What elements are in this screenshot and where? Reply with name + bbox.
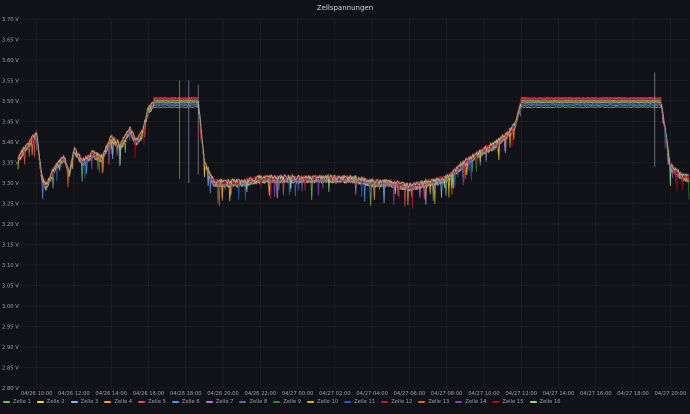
line-chart[interactable]: 3.70 V 3.65 V 3.60 V 3.55 V 3.50 V 3.45 V 3.40… [0, 0, 690, 414]
legend-label: Zelle 10 [317, 399, 339, 405]
legend-swatch [138, 401, 146, 403]
legend-swatch [492, 401, 500, 403]
legend-swatch [455, 401, 463, 403]
y-tick-label: 3.00 V [2, 304, 19, 310]
legend-swatch [205, 401, 213, 403]
legend-label: Zelle 14 [465, 399, 487, 405]
grid-lines [18, 18, 689, 389]
legend-swatch [418, 401, 426, 403]
legend-label: Zelle 15 [502, 399, 524, 405]
legend-label: Zelle 13 [428, 399, 450, 405]
y-tick-label: 3.65 V [2, 38, 19, 44]
legend-label: Zelle 9 [283, 399, 302, 405]
legend-item[interactable]: Zelle 10 [307, 399, 338, 405]
legend-item[interactable]: Zelle 13 [418, 399, 449, 405]
legend-swatch [381, 401, 389, 403]
legend-swatch [239, 401, 247, 403]
y-tick-label: 2.85 V [2, 366, 19, 372]
legend-label: Zelle 8 [249, 399, 268, 405]
legend-item[interactable]: Zelle 3 [70, 399, 99, 405]
legend-item[interactable]: Zelle 11 [344, 399, 375, 405]
legend-swatch [171, 401, 179, 403]
legend-label: Zelle 4 [114, 399, 133, 405]
legend-label: Zelle 11 [354, 399, 376, 405]
legend-item[interactable]: Zelle 5 [138, 399, 166, 405]
series-lines [17, 72, 690, 209]
y-tick-label: 3.60 V [2, 58, 19, 64]
y-tick-label: 3.70 V [2, 17, 19, 23]
y-tick-label: 3.45 V [2, 120, 19, 126]
legend-swatch [307, 401, 315, 403]
legend-swatch [36, 401, 44, 403]
legend-label: Zelle 7 [215, 399, 234, 405]
y-axis: 3.70 V 3.65 V 3.60 V 3.55 V 3.50 V 3.45 V 3.40… [2, 17, 19, 392]
chart-panel: Zellspannungen 3.70 V 3.65 V 3.60 V 3.55 V3… [0, 0, 690, 414]
legend-swatch [344, 401, 352, 403]
legend-swatch [529, 401, 537, 403]
legend-swatch [104, 401, 112, 403]
y-tick-label: 3.20 V [2, 222, 19, 228]
legend-item[interactable]: Zelle 14 [455, 399, 486, 405]
y-tick-label: 3.50 V [2, 99, 19, 105]
y-tick-label: 3.05 V [2, 284, 19, 290]
legend-item[interactable]: Zelle 6 [171, 399, 200, 405]
legend-label: Zelle 5 [148, 399, 166, 405]
legend-item[interactable]: Zelle 16 [529, 399, 561, 405]
y-tick-label: 3.30 V [2, 181, 19, 187]
legend-label: Zelle 6 [181, 399, 200, 405]
legend-swatch [273, 401, 281, 403]
legend: Zelle 1 Zelle 2 Zelle 3 Zelle 4 Zelle 5 Zelle… [3, 396, 689, 408]
legend-label: Zelle 3 [80, 399, 99, 405]
y-tick-label: 2.90 V [2, 345, 19, 351]
legend-item[interactable]: Zelle 7 [205, 399, 234, 405]
legend-label: Zelle 1 [13, 399, 31, 405]
legend-item[interactable]: Zelle 12 [381, 399, 412, 405]
legend-item[interactable]: Zelle 4 [104, 399, 132, 405]
series-line-11[interactable] [17, 102, 690, 201]
legend-item[interactable]: Zelle 8 [239, 399, 267, 405]
legend-item[interactable]: Zelle 1 [3, 399, 31, 405]
y-tick-label: 3.10 V [2, 263, 19, 269]
legend-swatch [3, 401, 10, 403]
y-tick-label: 3.40 V [2, 140, 19, 146]
y-tick-label: 3.25 V [2, 202, 19, 208]
y-tick-label: 3.15 V [2, 243, 19, 249]
legend-label: Zelle 2 [46, 399, 65, 405]
legend-item[interactable]: Zelle 9 [273, 399, 301, 405]
legend-swatch [70, 401, 78, 403]
legend-label: Zelle 12 [391, 399, 413, 405]
legend-label: Zelle 16 [539, 399, 561, 405]
y-tick-label: 2.95 V [2, 325, 19, 331]
y-tick-label: 3.35 V [2, 161, 19, 167]
legend-item[interactable]: Zelle 15 [492, 399, 524, 405]
legend-item[interactable]: Zelle 2 [36, 399, 65, 405]
y-tick-label: 2.80 V [2, 386, 19, 392]
y-tick-label: 3.55 V [2, 79, 19, 85]
